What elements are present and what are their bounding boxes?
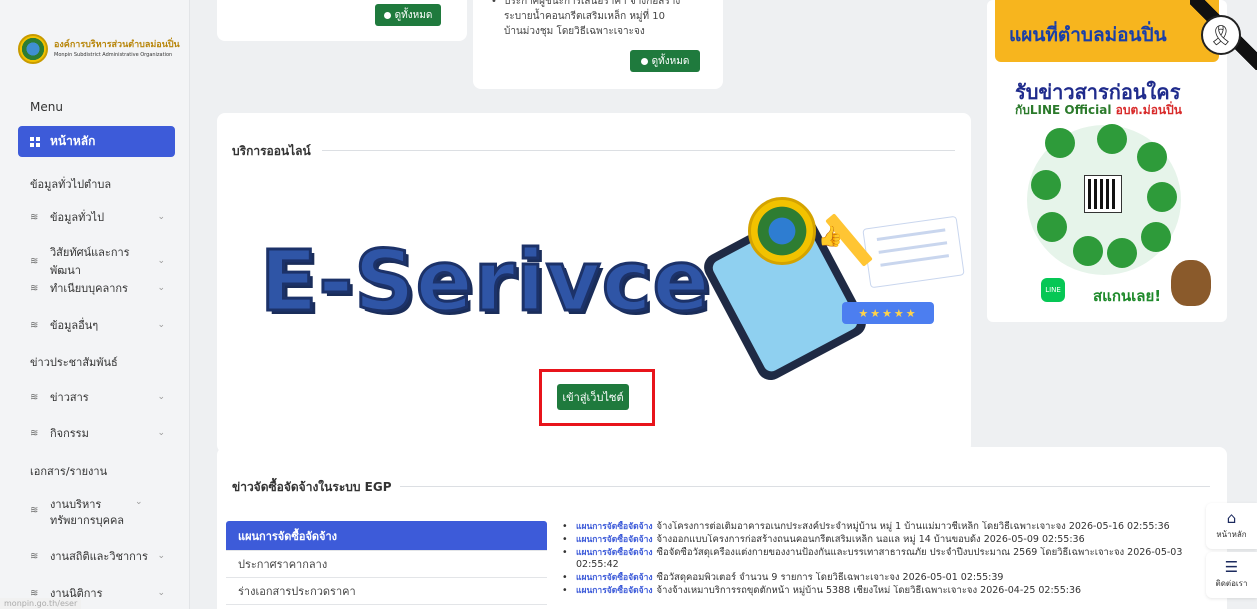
view-all-button[interactable]: ดูทั้งหมด <box>375 4 441 26</box>
sidebar-item-hr[interactable]: ≋ งานบริหารทรัพยากรบุคคล ⌄ <box>30 497 165 529</box>
tab-draft-tender[interactable]: ร่างเอกสารประกวดราคา <box>226 578 547 605</box>
contact-icon: ☰ <box>1224 558 1239 576</box>
organization-seal <box>748 197 816 265</box>
section-heading-general: ข้อมูลทั่วไปตำบล <box>30 178 112 191</box>
grid-icon <box>30 136 40 147</box>
layers-icon: ≋ <box>30 505 39 516</box>
sidebar-item-news[interactable]: ≋ ข่าวสาร ⌄ <box>30 388 165 406</box>
circle-icon <box>383 11 391 19</box>
layers-icon: ≋ <box>30 255 39 267</box>
egp-tab-list: แผนการจัดซื้อจัดจ้าง ประกาศราคากลาง ร่าง… <box>226 521 547 605</box>
chevron-down-icon: ⌄ <box>157 588 165 598</box>
sidebar-item-activities[interactable]: ≋ กิจกรรม ⌄ <box>30 424 165 442</box>
layers-icon: ≋ <box>30 427 39 439</box>
chevron-down-icon: ⌄ <box>157 320 165 330</box>
tab-procurement-plan[interactable]: แผนการจัดซื้อจัดจ้าง <box>226 521 547 551</box>
egp-news-list: แผนการจัดซื้อจัดจ้างจ้างโครงการต่อเติมอา… <box>562 521 1252 598</box>
circle-icon <box>640 57 648 65</box>
list-item[interactable]: แผนการจัดซื้อจัดจ้างจ้างออกแบบโครงการก่อ… <box>562 534 1252 546</box>
section-heading-documents: เอกสาร/รายงาน <box>30 465 108 478</box>
sidebar-item-vision[interactable]: ≋ วิสัยทัศน์และการพัฒนา ⌄ <box>30 243 165 279</box>
list-item[interactable]: แผนการจัดซื้อจัดจ้างซื้อจัดซื้อวัสดุเครื… <box>562 547 1202 571</box>
section-heading-news: ข่าวประชาสัมพันธ์ <box>30 356 118 369</box>
layers-icon: ≋ <box>30 587 39 599</box>
thumbs-up-icon: 👍 <box>818 224 843 248</box>
logo-subtitle: Monpin Subdistrict Administrative Organi… <box>54 51 173 58</box>
eservice-banner-text: E-Serivce <box>258 231 711 332</box>
menu-title: Menu <box>30 100 63 114</box>
chevron-down-icon: ⌄ <box>157 283 165 293</box>
layers-icon: ≋ <box>30 391 39 403</box>
layers-icon: ≋ <box>30 550 39 562</box>
news-card-top-left: ดูทั้งหมด <box>217 0 467 41</box>
divider <box>400 486 1210 487</box>
list-item[interactable]: แผนการจัดซื้อจัดจ้างซื้อวัสดุคอมพิวเตอร์… <box>562 572 1252 584</box>
map-banner-title: แผนที่ตำบลม่อนปิ่น <box>1009 24 1167 46</box>
poster-subheadline: กับLINE Official อบต.ม่อนปิ่น <box>1015 103 1182 117</box>
view-all-button[interactable]: ดูทั้งหมด <box>630 50 700 72</box>
black-ribbon-icon: 🎗 <box>1201 15 1241 55</box>
online-services-title: บริการออนไลน์ <box>232 144 311 158</box>
sidebar-item-home[interactable]: หน้าหลัก <box>18 126 175 157</box>
list-item[interactable]: แผนการจัดซื้อจัดจ้างจ้างจ้างเหมาบริการรถ… <box>562 585 1252 597</box>
floating-contact-button[interactable]: ☰ ติดต่อเรา <box>1206 552 1257 598</box>
sidebar-item-general-info[interactable]: ≋ ข้อมูลทั่วไป ⌄ <box>30 208 165 226</box>
qr-code-icon <box>1084 175 1122 213</box>
list-item[interactable]: แผนการจัดซื้อจัดจ้างจ้างโครงการต่อเติมอา… <box>562 521 1252 533</box>
news-item-text[interactable]: • ประกาศผู้ชนะการเสนอราคา จ้างก่อสร้าง ร… <box>491 0 724 39</box>
tab-median-price[interactable]: ประกาศราคากลาง <box>226 551 547 578</box>
sidebar-item-stats[interactable]: ≋ งานสถิติและวิชาการ ⌄ <box>30 547 165 565</box>
layers-icon: ≋ <box>30 211 39 223</box>
sidebar-item-other[interactable]: ≋ ข้อมูลอื่นๆ ⌄ <box>30 316 165 334</box>
egp-title: ข่าวจัดซื้อจัดจ้างในระบบ EGP <box>232 480 392 494</box>
chevron-down-icon: ⌄ <box>135 497 143 507</box>
sidebar-item-label: หน้าหลัก <box>50 134 96 148</box>
floating-home-button[interactable]: ⌂ หน้าหลัก <box>1206 503 1257 549</box>
rating-stars: ★★★★★ <box>842 302 934 324</box>
divider <box>322 150 955 151</box>
chevron-down-icon: ⌄ <box>157 551 165 561</box>
layers-icon: ≋ <box>30 319 39 331</box>
enter-website-button[interactable]: เข้าสู่เว็บไซต์ <box>557 384 629 410</box>
scan-now-label: สแกนเลย! <box>1093 287 1162 305</box>
sidebar: องค์การบริหารส่วนตำบลม่อนปิ่น Monpin Sub… <box>0 0 190 609</box>
logo-title: องค์การบริหารส่วนตำบลม่อนปิ่น <box>54 39 180 50</box>
bear-mascot-icon <box>1171 260 1211 306</box>
site-logo[interactable]: องค์การบริหารส่วนตำบลม่อนปิ่น Monpin Sub… <box>18 34 180 64</box>
home-icon: ⌂ <box>1226 509 1237 527</box>
chevron-down-icon: ⌄ <box>157 212 165 222</box>
chevron-down-icon: ⌄ <box>157 428 165 438</box>
layers-icon: ≋ <box>30 282 39 294</box>
chevron-down-icon: ⌄ <box>157 256 165 266</box>
line-app-icon: LINE <box>1041 278 1065 302</box>
seal-icon <box>18 34 48 64</box>
chevron-down-icon: ⌄ <box>157 392 165 402</box>
sidebar-item-personnel[interactable]: ≋ ทำเนียบบุคลากร ⌄ <box>30 279 165 297</box>
status-bar-url: monpin.go.th/eser <box>0 598 82 609</box>
